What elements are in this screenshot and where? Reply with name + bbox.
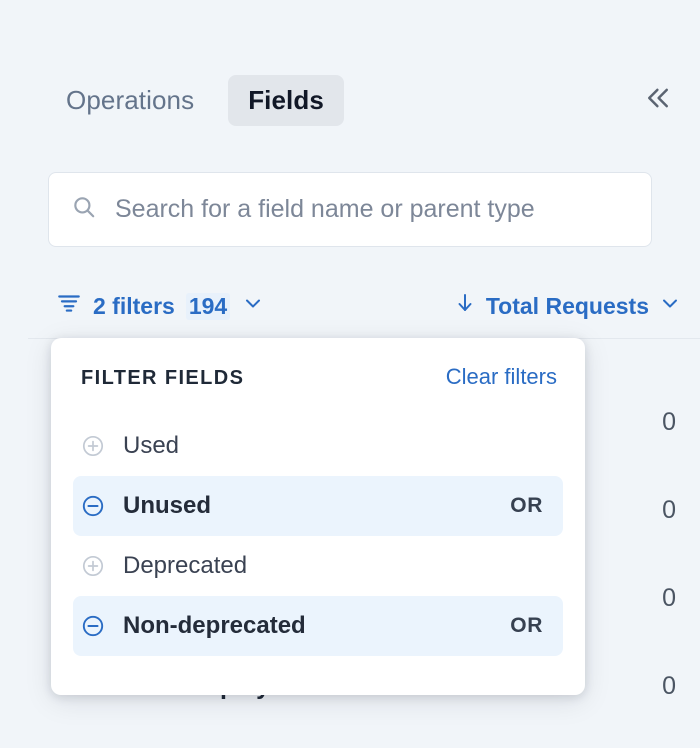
collapse-panel-button[interactable] — [636, 78, 680, 122]
field-request-count: 0 — [662, 672, 676, 701]
filters-dropdown-trigger[interactable]: 2 filters 194 — [56, 290, 265, 322]
plus-circle-icon — [81, 554, 105, 578]
tab-fields[interactable]: Fields — [228, 75, 344, 126]
search-input[interactable] — [115, 173, 629, 246]
filter-option-label: Unused — [123, 492, 510, 520]
panel-tab-bar: Operations Fields — [0, 66, 700, 134]
list-controls-row: 2 filters 194 Total Requests — [0, 282, 700, 330]
chevron-down-icon — [658, 291, 682, 321]
minus-circle-icon — [81, 614, 105, 638]
plus-circle-icon — [81, 434, 105, 458]
filter-panel-title: FILTER FIELDS — [81, 367, 244, 390]
field-request-count: 0 — [662, 496, 676, 525]
filter-panel-header: FILTER FIELDS Clear filters — [51, 364, 585, 390]
tab-operations[interactable]: Operations — [46, 75, 214, 126]
minus-circle-icon — [81, 494, 105, 518]
sort-field-label: Total Requests — [486, 293, 649, 320]
sort-dropdown-trigger[interactable]: Total Requests — [453, 291, 682, 321]
filter-funnel-icon — [56, 290, 82, 322]
chevron-double-left-icon — [643, 83, 673, 118]
filter-option-non-deprecated[interactable]: Non-deprecated OR — [73, 596, 563, 656]
field-request-count: 0 — [662, 408, 676, 437]
field-request-count: 0 — [662, 584, 676, 613]
filter-option-label: Non-deprecated — [123, 612, 510, 640]
filters-count-label: 2 filters — [93, 293, 175, 320]
filter-option-deprecated[interactable]: Deprecated — [73, 536, 563, 596]
filters-result-count: 194 — [186, 293, 230, 320]
search-icon — [71, 194, 97, 225]
filter-option-used[interactable]: Used — [73, 416, 563, 476]
filter-fields-dropdown: FILTER FIELDS Clear filters Used Unused … — [51, 338, 585, 695]
filter-option-unused[interactable]: Unused OR — [73, 476, 563, 536]
filter-option-label: Deprecated — [123, 552, 543, 580]
filter-option-operator: OR — [510, 494, 543, 518]
chevron-down-icon — [241, 291, 265, 321]
search-field-container[interactable] — [48, 172, 652, 247]
clear-filters-button[interactable]: Clear filters — [446, 364, 557, 390]
arrow-down-icon — [453, 291, 477, 321]
filter-option-operator: OR — [510, 614, 543, 638]
filter-option-label: Used — [123, 432, 543, 460]
